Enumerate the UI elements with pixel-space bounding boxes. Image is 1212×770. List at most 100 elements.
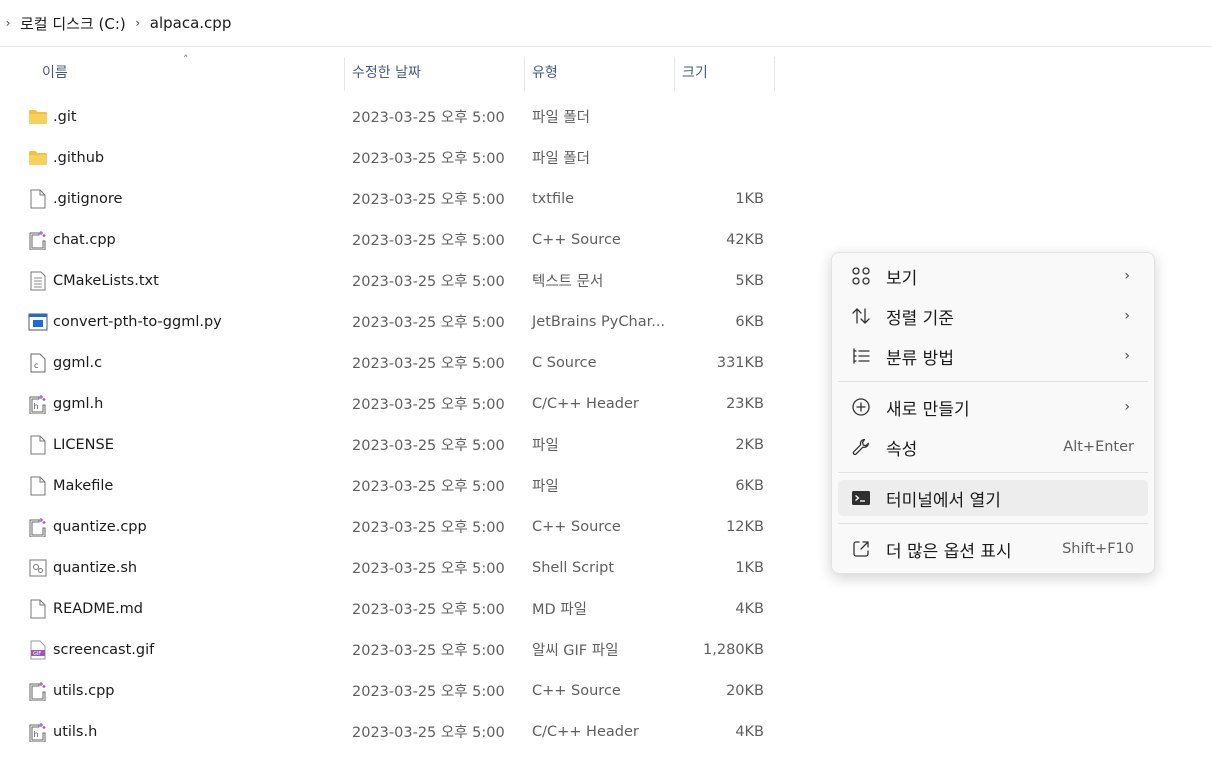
file-row[interactable]: .git 2023-03-25 오후 5:00 파일 폴더 xyxy=(0,96,780,137)
sort-ascending-icon: ˄ xyxy=(183,53,189,66)
file-name-cell[interactable]: README.md xyxy=(28,588,143,629)
file-name-cell[interactable]: .git xyxy=(28,96,77,137)
file-row[interactable]: quantize.sh 2023-03-25 오후 5:00 Shell Scrip… xyxy=(0,547,780,588)
column-header-date[interactable]: 수정한 날짜 xyxy=(352,51,421,93)
chevron-right-icon[interactable]: › xyxy=(130,16,146,30)
script-file-icon xyxy=(28,558,48,578)
file-name-cell[interactable]: c ggml.c xyxy=(28,342,102,383)
file-date: 2023-03-25 오후 5:00 xyxy=(352,725,505,741)
file-name-cell[interactable]: .github xyxy=(28,137,104,178)
menu-separator xyxy=(838,472,1148,473)
menu-item-label: 속성 xyxy=(886,439,918,460)
file-row[interactable]: .github 2023-03-25 오후 5:00 파일 폴더 xyxy=(0,137,780,178)
file-date: 2023-03-25 오후 5:00 xyxy=(352,684,505,700)
grid-view-icon xyxy=(850,265,872,287)
file-date: 2023-03-25 오후 5:00 xyxy=(352,602,505,618)
file-name: ggml.c xyxy=(53,354,103,371)
file-name-cell[interactable]: LICENSE xyxy=(28,424,114,465)
file-name-cell[interactable]: convert-pth-to-ggml.py xyxy=(28,301,222,342)
file-date: 2023-03-25 오후 5:00 xyxy=(352,110,505,126)
chevron-right-icon: › xyxy=(1124,268,1130,284)
menu-item-label: 정렬 기준 xyxy=(886,308,954,329)
column-divider[interactable] xyxy=(774,57,775,91)
file-row[interactable]: README.md 2023-03-25 오후 5:00 MD 파일 4KB xyxy=(0,588,780,629)
menu-separator xyxy=(838,523,1148,524)
file-name-cell[interactable]: GIF screencast.gif xyxy=(28,629,154,670)
file-name-cell[interactable]: chat.cpp xyxy=(28,219,116,260)
file-type: 파일 xyxy=(532,438,559,454)
file-date: 2023-03-25 오후 5:00 xyxy=(352,192,505,208)
file-row[interactable]: LICENSE 2023-03-25 오후 5:00 파일 2KB xyxy=(0,424,780,465)
file-size: 1KB xyxy=(735,190,764,207)
column-header-size[interactable]: 크기 xyxy=(682,51,708,93)
menu-item-more-options[interactable]: 더 많은 옵션 표시 Shift+F10 xyxy=(838,531,1148,567)
column-header-type[interactable]: 유형 xyxy=(532,51,558,93)
file-row[interactable]: c ggml.c 2023-03-25 오후 5:00 C Source 331KB xyxy=(0,342,780,383)
svg-text:h: h xyxy=(34,730,39,739)
file-row[interactable]: h ggml.h 2023-03-25 오후 5:00 C/C++ Header 23K… xyxy=(0,383,780,424)
file-row[interactable]: .gitignore 2023-03-25 오후 5:00 txtfile 1KB xyxy=(0,178,780,219)
file-row[interactable]: convert-pth-to-ggml.py 2023-03-25 오후 5:00… xyxy=(0,301,780,342)
file-size: 2KB xyxy=(735,436,764,453)
file-name: Makefile xyxy=(53,477,114,494)
svg-text:h: h xyxy=(34,402,39,411)
menu-item-group[interactable]: 분류 방법 › xyxy=(838,338,1148,374)
menu-item-view[interactable]: 보기 › xyxy=(838,258,1148,294)
text-file-icon xyxy=(28,271,48,291)
file-name-cell[interactable]: CMakeLists.txt xyxy=(28,260,159,301)
file-row[interactable]: h utils.h 2023-03-25 오후 5:00 C/C++ Header 4K… xyxy=(0,711,780,752)
file-name-cell[interactable]: Makefile xyxy=(28,465,113,506)
list-group-icon xyxy=(850,345,872,367)
file-row[interactable]: CMakeLists.txt 2023-03-25 오후 5:00 텍스트 문서 5K… xyxy=(0,260,780,301)
column-header-name[interactable]: 이름 xyxy=(42,51,68,93)
file-type: C/C++ Header xyxy=(532,723,639,740)
cpp-file-icon xyxy=(28,517,48,537)
breadcrumb-item-folder[interactable]: alpaca.cpp xyxy=(146,14,236,32)
file-date: 2023-03-25 오후 5:00 xyxy=(352,438,505,454)
wrench-icon xyxy=(850,436,872,458)
menu-item-properties[interactable]: 속성 Alt+Enter xyxy=(838,429,1148,465)
file-type: C Source xyxy=(532,354,597,371)
column-divider[interactable] xyxy=(524,57,525,91)
breadcrumb-item-drive[interactable]: 로컬 디스크 (C:) xyxy=(16,13,130,34)
file-row[interactable]: chat.cpp 2023-03-25 오후 5:00 C++ Source 42KB xyxy=(0,219,780,260)
file-name-cell[interactable]: .gitignore xyxy=(28,178,122,219)
file-name: .github xyxy=(53,149,105,166)
file-icon xyxy=(28,189,48,209)
menu-item-new[interactable]: 새로 만들기 › xyxy=(838,389,1148,425)
python-file-icon xyxy=(28,312,48,332)
file-row[interactable]: GIF screencast.gif 2023-03-25 오후 5:00 알씨 GI… xyxy=(0,629,780,670)
file-name: .gitignore xyxy=(53,190,123,207)
column-divider[interactable] xyxy=(674,57,675,91)
menu-item-open-terminal[interactable]: 터미널에서 열기 xyxy=(838,480,1148,516)
file-row[interactable]: quantize.cpp 2023-03-25 오후 5:00 C++ Source… xyxy=(0,506,780,547)
column-divider[interactable] xyxy=(344,57,345,91)
c-file-icon: c xyxy=(28,353,48,373)
menu-separator xyxy=(838,381,1148,382)
file-name-cell[interactable]: h ggml.h xyxy=(28,383,103,424)
file-name: screencast.gif xyxy=(53,641,155,658)
file-type: 알씨 GIF 파일 xyxy=(532,643,619,659)
file-type: JetBrains PyChar... xyxy=(532,313,666,330)
file-type: C++ Source xyxy=(532,518,621,535)
file-size: 331KB xyxy=(716,354,764,371)
file-name-cell[interactable]: h utils.h xyxy=(28,711,97,752)
file-type: txtfile xyxy=(532,190,575,207)
chevron-right-icon: › xyxy=(1124,399,1130,415)
chevron-right-icon[interactable]: › xyxy=(0,16,16,30)
file-name: convert-pth-to-ggml.py xyxy=(53,313,222,330)
svg-text:GIF: GIF xyxy=(33,651,41,657)
file-name-cell[interactable]: quantize.sh xyxy=(28,547,137,588)
file-size: 23KB xyxy=(726,395,764,412)
file-date: 2023-03-25 오후 5:00 xyxy=(352,356,505,372)
breadcrumb: › 로컬 디스크 (C:) › alpaca.cpp xyxy=(0,0,1212,47)
file-type: 파일 폴더 xyxy=(532,151,590,167)
menu-item-label: 더 많은 옵션 표시 xyxy=(886,541,1012,562)
file-row[interactable]: utils.cpp 2023-03-25 오후 5:00 C++ Source 20K… xyxy=(0,670,780,711)
menu-item-sort[interactable]: 정렬 기준 › xyxy=(838,298,1148,334)
file-name-cell[interactable]: quantize.cpp xyxy=(28,506,147,547)
file-name-cell[interactable]: utils.cpp xyxy=(28,670,114,711)
file-name: ggml.h xyxy=(53,395,104,412)
file-row[interactable]: Makefile 2023-03-25 오후 5:00 파일 6KB xyxy=(0,465,780,506)
file-name: utils.h xyxy=(53,723,98,740)
